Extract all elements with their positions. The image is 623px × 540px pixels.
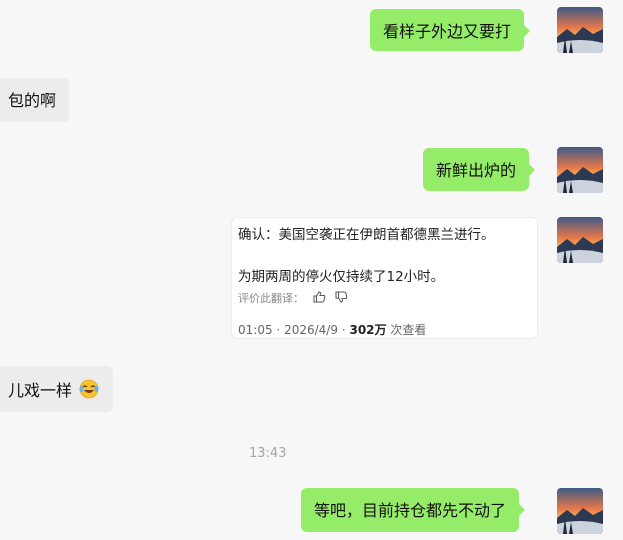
translation-rating-label: 评价此翻译： bbox=[238, 292, 304, 305]
thumbs-down-icon[interactable] bbox=[335, 291, 348, 306]
message-bubble-sent[interactable]: 看样子外边又要打 bbox=[370, 9, 531, 51]
message-timestamp: 13:43 bbox=[249, 446, 287, 461]
avatar[interactable] bbox=[557, 147, 603, 193]
message-text: 看样子外边又要打 bbox=[383, 22, 512, 41]
avatar[interactable] bbox=[557, 217, 603, 263]
avatar[interactable] bbox=[557, 488, 603, 534]
post-text-line: 为期两周的停火仅持续了12小时。 bbox=[238, 269, 445, 285]
shared-post-card[interactable]: 确认：美国空袭正在伊朗首都德黑兰进行。 为期两周的停火仅持续了12小时。 评价此… bbox=[231, 217, 538, 339]
post-meta: 01:05 · 2026/4/9 · 302万 次查看 bbox=[238, 321, 426, 338]
post-text-line: 确认：美国空袭正在伊朗首都德黑兰进行。 bbox=[238, 227, 495, 243]
message-bubble-received[interactable]: 包的啊 bbox=[0, 78, 70, 122]
message-text: 儿戏一样 bbox=[8, 381, 73, 400]
laughing-emoji-icon bbox=[78, 379, 100, 404]
translation-rating: 评价此翻译： bbox=[238, 290, 348, 306]
thumbs-up-icon[interactable] bbox=[313, 290, 326, 306]
post-views-label: 次查看 bbox=[390, 323, 427, 337]
post-date: 2026/4/9 bbox=[284, 323, 338, 337]
message-bubble-received[interactable]: 儿戏一样 bbox=[0, 366, 114, 412]
meta-separator: · bbox=[276, 323, 281, 337]
post-views-count: 302万 bbox=[349, 323, 387, 337]
message-text: 包的啊 bbox=[8, 91, 57, 110]
message-bubble-sent[interactable]: 等吧，目前持仓都先不动了 bbox=[301, 488, 526, 532]
message-text: 等吧，目前持仓都先不动了 bbox=[314, 501, 507, 520]
message-text: 新鲜出炉的 bbox=[436, 161, 517, 180]
avatar[interactable] bbox=[557, 7, 603, 53]
post-time: 01:05 bbox=[238, 323, 273, 337]
message-bubble-sent[interactable]: 新鲜出炉的 bbox=[423, 148, 536, 191]
meta-separator: · bbox=[341, 323, 346, 337]
